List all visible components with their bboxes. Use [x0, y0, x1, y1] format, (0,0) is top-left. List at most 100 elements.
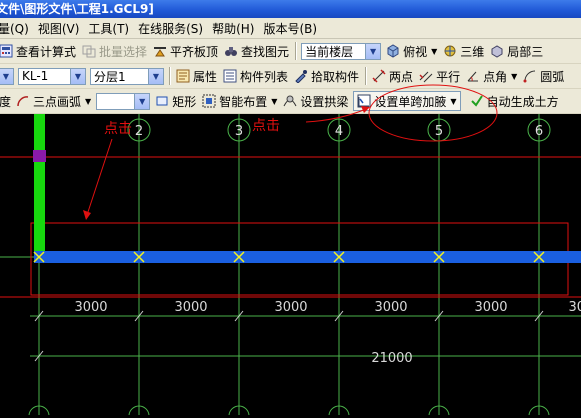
top-view-button[interactable]: 俯视 ▼ [383, 41, 440, 61]
two-points-button[interactable]: 两点 [369, 66, 416, 86]
floor-select-value: 当前楼层 [305, 44, 354, 59]
element-list-button[interactable]: 构件列表 [220, 66, 291, 86]
element-list-label: 构件列表 [240, 69, 289, 84]
three-point-arc-button[interactable]: 三点画弧 ▼ [13, 91, 94, 111]
set-single-span-haunch-label: 设置单跨加腋 [374, 94, 447, 109]
caret-down-icon: ▼ [431, 46, 438, 56]
properties-label: 属性 [193, 69, 218, 84]
eyedropper-icon [295, 70, 308, 83]
three-d-icon [444, 45, 456, 57]
dimension-value: 3000 [274, 300, 307, 315]
batch-select-icon [82, 45, 96, 58]
point-angle-button[interactable]: 点角 ▼ [463, 66, 520, 86]
menu-item-help[interactable]: 帮助(H) [212, 20, 263, 37]
checkmark-icon [470, 95, 483, 107]
find-element-button[interactable]: 查找图元 [221, 41, 292, 61]
dimension-value: 3000 [174, 300, 207, 315]
arch-beam-icon [283, 95, 297, 107]
two-points-label: 两点 [389, 69, 414, 84]
caret-down-icon: ▼ [511, 71, 518, 81]
dimension-ticks [34, 310, 544, 362]
toolbar-prefix-text: 度 [0, 94, 12, 109]
set-arch-beam-label: 设置拱梁 [300, 94, 349, 109]
chevron-down-icon: ▼ [70, 68, 85, 84]
rectangle-button[interactable]: 矩形 [152, 91, 199, 111]
arc-icon [523, 70, 536, 83]
axis-label: 4 [335, 124, 343, 139]
dimension-value: 3000 [474, 300, 507, 315]
smart-layout-button[interactable]: 智能布置 ▼ [199, 91, 280, 111]
three-d-button[interactable]: 三维 [440, 41, 487, 61]
floor-select[interactable]: 当前楼层 ▼ [301, 42, 382, 60]
axis-grid-lines [0, 114, 581, 415]
column-grip[interactable] [33, 150, 46, 162]
arc-param-select[interactable]: ▼ [96, 92, 151, 110]
set-single-span-haunch-button[interactable]: 设置单跨加腋 ▼ [353, 91, 461, 111]
caret-down-icon: ▼ [450, 96, 457, 106]
batch-select-label: 批量选择 [99, 44, 148, 59]
total-dimension-value: 21000 [371, 351, 412, 366]
parallel-button[interactable]: 平行 [416, 66, 463, 86]
properties-icon [176, 69, 190, 83]
rectangle-icon [156, 96, 168, 106]
auto-earthwork-button[interactable]: 自动生成土方 [467, 91, 562, 111]
menu-item-online-service[interactable]: 在线服务(S) [138, 20, 212, 37]
set-arch-beam-button[interactable]: 设置拱梁 [280, 91, 351, 111]
window-title: 文件\图形文件\工程1.GCL9] [0, 2, 154, 16]
three-point-arc-icon [17, 96, 29, 107]
element-type-select[interactable]: ▼ [0, 67, 14, 85]
partial-3d-label: 局部三 [507, 44, 544, 59]
upper-selection-box [0, 156, 581, 298]
top-view-label: 俯视 [403, 44, 428, 59]
layer-select[interactable]: 分层1 ▼ [90, 67, 164, 85]
three-point-arc-label: 三点画弧 [33, 94, 82, 109]
menu-item-quantity[interactable]: 量(Q) [0, 20, 38, 37]
view-calc-button[interactable]: 查看计算式 [0, 41, 79, 61]
toolbar-separator [365, 67, 367, 85]
chevron-down-icon: ▼ [365, 43, 381, 59]
align-slab-icon [154, 47, 167, 57]
arc-label: 圆弧 [540, 69, 565, 84]
arc-button[interactable]: 圆弧 [520, 66, 567, 86]
pick-element-button[interactable]: 拾取构件 [291, 66, 362, 86]
three-d-label: 三维 [460, 44, 485, 59]
column[interactable] [34, 114, 45, 260]
menu-item-view[interactable]: 视图(V) [38, 20, 89, 37]
cube-view-icon [387, 44, 399, 58]
element-toolbar: ▼ KL-1 ▼ 分层1 ▼ 属性 构件列表 拾取构件 两点 平行 点角 ▼ 圆… [0, 64, 581, 89]
chevron-down-icon: ▼ [148, 68, 163, 84]
element-select[interactable]: KL-1 ▼ [18, 67, 86, 85]
view-calc-label: 查看计算式 [16, 44, 77, 59]
find-element-label: 查找图元 [241, 44, 290, 59]
pick-element-label: 拾取构件 [311, 69, 360, 84]
caret-down-icon: ▼ [85, 96, 92, 106]
align-slab-button[interactable]: 平齐板顶 [150, 41, 221, 61]
menu-item-version[interactable]: 版本号(B) [263, 20, 326, 37]
dimension-value: 3000 [74, 300, 107, 315]
auto-earthwork-label: 自动生成土方 [486, 94, 559, 109]
parallel-icon [419, 71, 433, 83]
beam-kl-1[interactable] [34, 251, 581, 263]
point-angle-label: 点角 [483, 69, 508, 84]
properties-button[interactable]: 属性 [173, 66, 220, 86]
drawing-canvas-svg[interactable]: 2 3 4 5 6 3000 3000 3000 3000 3000 30 21… [0, 114, 581, 418]
window-title-bar: 文件\图形文件\工程1.GCL9] [0, 0, 581, 18]
dimension-value: 3000 [374, 300, 407, 315]
smart-layout-label: 智能布置 [219, 94, 268, 109]
menu-item-tools[interactable]: 工具(T) [88, 20, 138, 37]
menu-bar: 量(Q) 视图(V) 工具(T) 在线服务(S) 帮助(H) 版本号(B) [0, 18, 581, 39]
annotation-arrowhead-left [83, 210, 91, 220]
dimension-lines [30, 315, 581, 357]
two-points-icon [372, 69, 386, 83]
partial-3d-button[interactable]: 局部三 [487, 41, 546, 61]
toolbar-separator [169, 67, 170, 85]
batch-select-button[interactable]: 批量选择 [79, 41, 150, 61]
binoculars-icon [225, 47, 238, 56]
drawing-canvas[interactable]: 2 3 4 5 6 3000 3000 3000 3000 3000 30 21… [0, 114, 581, 418]
drawing-toolbar: 度 三点画弧 ▼ ▼ 矩形 智能布置 ▼ 设置拱梁 设置单跨加腋 ▼ 自动生成土… [0, 89, 581, 114]
main-toolbar: 查看计算式 批量选择 平齐板顶 查找图元 当前楼层 ▼ 俯视 ▼ 三维 局部三 [0, 39, 581, 64]
annotation-arrow-left [85, 138, 113, 219]
axis-label: 5 [435, 124, 443, 139]
chevron-down-icon: ▼ [0, 68, 13, 84]
caret-down-icon: ▼ [271, 96, 278, 106]
